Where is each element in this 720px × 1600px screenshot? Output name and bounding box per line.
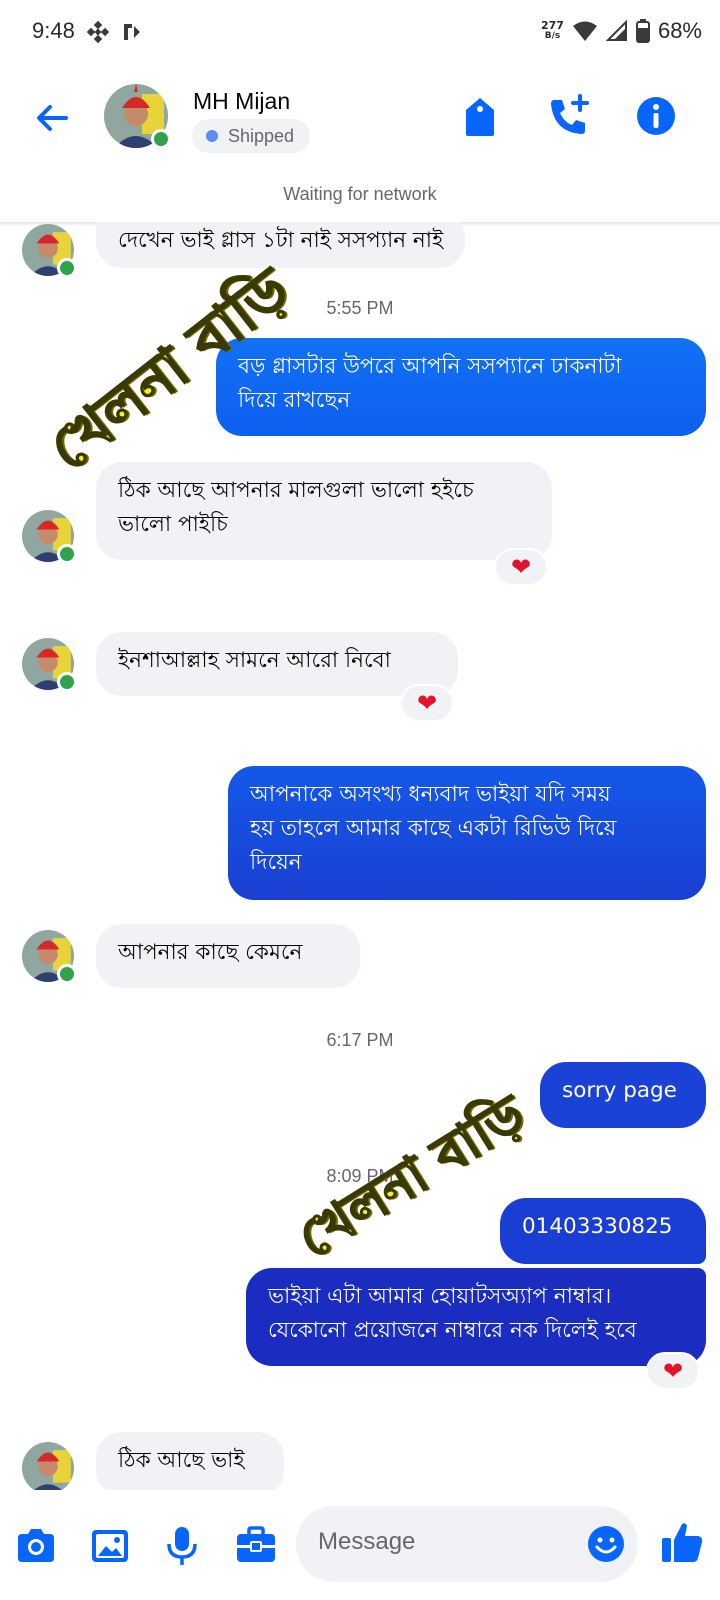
network-speed-indicator: 277 B/s: [540, 19, 564, 41]
heart-reaction[interactable]: ❤: [494, 548, 548, 586]
incoming-message[interactable]: ঠিক আছে ভাই: [96, 1432, 284, 1490]
label-badge[interactable]: Shipped: [192, 119, 311, 153]
binance-icon: [86, 20, 110, 44]
wifi-icon: [572, 21, 597, 41]
outgoing-message[interactable]: 01403330825: [500, 1198, 706, 1264]
incoming-message[interactable]: ইনশাআল্লাহ সামনে আরো নিবো: [96, 632, 458, 696]
incoming-message[interactable]: দেখেন ভাই গ্লাস ১টা নাই সসপ্যান নাই: [96, 222, 466, 268]
label-badge-text: Shipped: [228, 125, 295, 146]
message-composer: [0, 1490, 720, 1600]
status-bar: 9:48 277 B/s 68%: [0, 0, 720, 66]
heart-reaction[interactable]: ❤: [646, 1352, 700, 1390]
toolbox-icon[interactable]: [234, 1524, 278, 1568]
message-list[interactable]: দেখেন ভাই গ্লাস ১টা নাই সসপ্যান নাই 5:55…: [0, 222, 720, 1490]
add-call-icon[interactable]: [544, 92, 592, 140]
microphone-icon[interactable]: [160, 1524, 204, 1568]
outgoing-message[interactable]: sorry page: [540, 1062, 706, 1128]
incoming-message[interactable]: আপনার কাছে কেমনে: [96, 924, 360, 988]
chat-header: MH Mijan Shipped Waiting for network: [0, 66, 720, 222]
online-status-dot: [57, 544, 77, 564]
incoming-message[interactable]: ঠিক আছে আপনার মালগুলা ভালো হইচে ভালো পাই…: [96, 462, 552, 560]
tv-cast-icon: [124, 24, 140, 40]
message-field[interactable]: [296, 1506, 638, 1582]
message-input[interactable]: [318, 1528, 558, 1556]
outgoing-message[interactable]: বড় গ্লাসটার উপরে আপনি সসপ্যানে ঢাকনাটা …: [216, 338, 706, 436]
gallery-icon[interactable]: [88, 1524, 132, 1568]
online-status-dot: [151, 129, 171, 149]
timestamp: 5:55 PM: [326, 298, 394, 318]
battery-percent: 68%: [657, 18, 702, 43]
thumbs-up-icon[interactable]: [658, 1518, 706, 1566]
online-status-dot: [57, 672, 77, 692]
network-status: Waiting for network: [283, 184, 437, 204]
back-arrow-icon[interactable]: [30, 96, 74, 140]
sender-avatar[interactable]: [22, 1442, 74, 1490]
contact-name[interactable]: MH Mijan: [193, 88, 290, 115]
cell-signal-icon: [605, 20, 627, 41]
outgoing-message[interactable]: ভাইয়া এটা আমার হোয়াটসঅ্যাপ নাম্বার। যে…: [246, 1268, 706, 1366]
tag-icon[interactable]: [456, 92, 504, 140]
outgoing-message[interactable]: আপনাকে অসংখ্য ধন্যবাদ ভাইয়া যদি সময় হয…: [228, 766, 706, 900]
timestamp: 8:09 PM: [326, 1166, 394, 1186]
status-time: 9:48: [32, 18, 75, 43]
battery-icon: [635, 19, 650, 43]
emoji-icon[interactable]: [586, 1524, 626, 1564]
timestamp: 6:17 PM: [326, 1030, 394, 1050]
online-status-dot: [57, 964, 77, 984]
label-dot: [206, 130, 218, 142]
heart-reaction[interactable]: ❤: [400, 684, 454, 722]
info-icon[interactable]: [632, 92, 680, 140]
camera-icon[interactable]: [14, 1524, 58, 1568]
online-status-dot: [57, 258, 77, 278]
